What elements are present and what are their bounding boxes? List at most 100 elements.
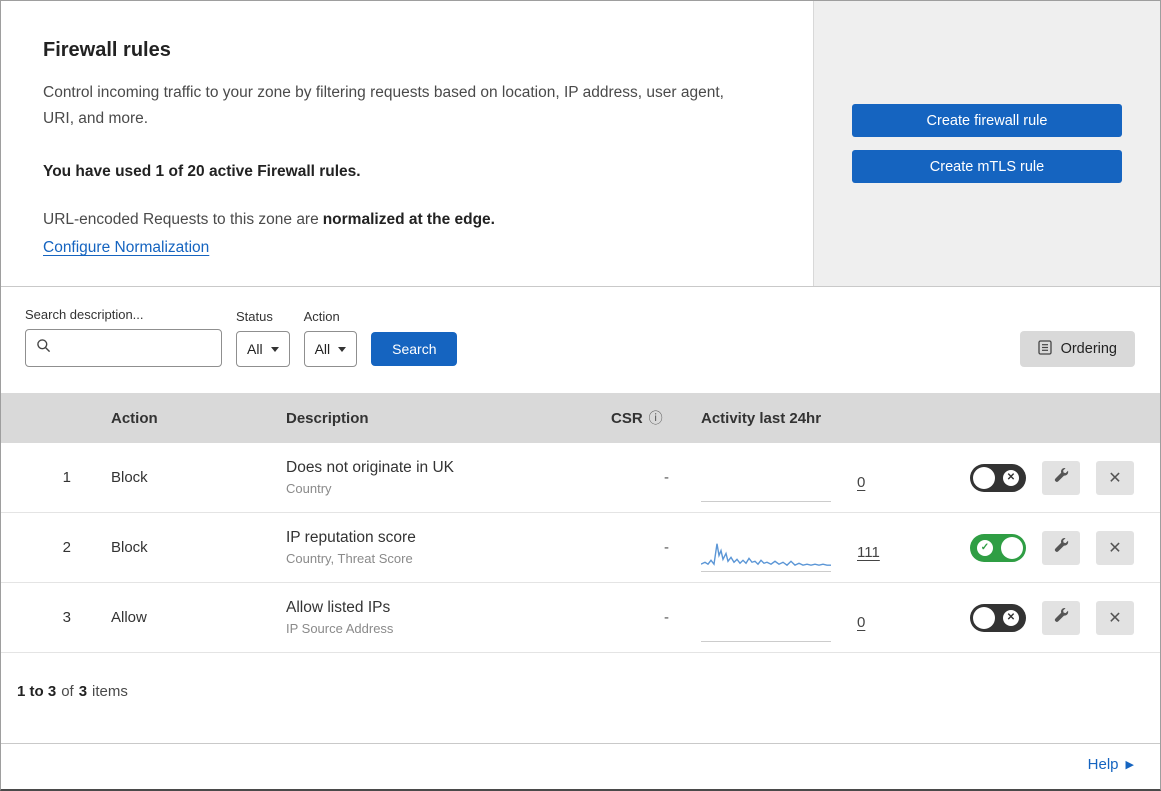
activity-sparkline	[701, 606, 831, 642]
delete-rule-button[interactable]: ✕	[1096, 460, 1134, 495]
firewall-rules-page: Firewall rules Control incoming traffic …	[0, 0, 1161, 791]
row-number: 1	[62, 469, 71, 486]
toggle-knob	[973, 466, 995, 489]
search-filter-group: Search description...	[25, 307, 222, 367]
column-description: Description	[286, 409, 369, 427]
action-select[interactable]: All	[303, 331, 358, 367]
activity-cell: 111	[681, 524, 966, 572]
normalization-note: URL-encoded Requests to this zone are nor…	[43, 211, 773, 229]
toggle-knob	[1001, 536, 1023, 559]
items-range: 1 to 3	[17, 683, 57, 700]
intro-text-block: Firewall rules Control incoming traffic …	[1, 1, 813, 286]
toggle-knob	[973, 606, 995, 629]
action-label: Action	[303, 309, 340, 324]
normalization-bold: normalized at the edge.	[322, 211, 495, 229]
status-filter-group: Status All	[236, 309, 290, 367]
cross-icon: ✕	[1003, 469, 1019, 486]
items-total: 3	[78, 683, 88, 700]
help-link[interactable]: Help ▶	[1088, 756, 1134, 773]
table-header: Action Description CSR ⓘ Activity last 2…	[1, 393, 1160, 443]
configure-rule-button[interactable]	[1042, 530, 1080, 565]
usage-summary: You have used 1 of 20 active Firewall ru…	[43, 163, 361, 181]
delete-rule-button[interactable]: ✕	[1096, 600, 1134, 635]
action-filter-group: Action All	[303, 309, 358, 367]
wrench-icon	[1053, 467, 1069, 488]
ordering-icon	[1037, 339, 1052, 359]
close-icon: ✕	[1108, 609, 1122, 627]
row-number: 2	[62, 539, 71, 556]
column-csr: CSR ⓘ	[591, 408, 681, 428]
search-icon	[36, 338, 51, 358]
items-of: of	[61, 683, 74, 700]
normalization-prefix: URL-encoded Requests to this zone are	[43, 211, 319, 229]
activity-cell: 0	[681, 594, 966, 642]
chevron-down-icon	[270, 346, 279, 352]
configure-rule-button[interactable]	[1042, 600, 1080, 635]
column-csr-label: CSR	[611, 409, 643, 427]
rule-description: IP reputation score	[286, 529, 416, 546]
info-icon[interactable]: ⓘ	[649, 408, 663, 428]
search-description-label: Search description...	[25, 307, 144, 322]
rule-description: Allow listed IPs	[286, 599, 391, 616]
help-label: Help	[1087, 756, 1119, 773]
activity-count[interactable]: 111	[857, 544, 880, 561]
cross-icon: ✕	[1003, 609, 1019, 626]
rule-description-cell: Does not originate in UK Country	[266, 459, 591, 496]
csr-value: -	[664, 469, 669, 486]
rule-description-cell: IP reputation score Country, Threat Scor…	[266, 529, 591, 566]
rule-toggle[interactable]: ✓ ✕	[970, 533, 1026, 562]
activity-sparkline	[701, 466, 831, 502]
ordering-button[interactable]: Ordering	[1019, 331, 1135, 367]
table-row: 3 Allow Allow listed IPs IP Source Addre…	[1, 583, 1160, 653]
rule-criteria: Country, Threat Score	[286, 551, 413, 566]
check-icon: ✓	[977, 539, 993, 556]
activity-sparkline	[701, 536, 831, 572]
chevron-down-icon	[338, 346, 347, 352]
rule-action: Block	[111, 469, 148, 486]
column-action: Action	[111, 409, 158, 427]
rule-description-cell: Allow listed IPs IP Source Address	[266, 599, 591, 636]
status-select[interactable]: All	[236, 331, 290, 367]
configure-normalization-link[interactable]: Configure Normalization	[43, 239, 209, 256]
wrench-icon	[1053, 537, 1069, 558]
rule-action: Allow	[111, 609, 147, 626]
close-icon: ✕	[1108, 539, 1122, 557]
activity-count[interactable]: 0	[857, 474, 865, 491]
activity-count[interactable]: 0	[857, 614, 865, 631]
column-activity: Activity last 24hr	[701, 409, 822, 427]
status-select-value: All	[247, 341, 263, 357]
rule-toggle[interactable]: ✓ ✕	[970, 463, 1026, 492]
close-icon: ✕	[1108, 469, 1122, 487]
rule-action: Block	[111, 539, 148, 556]
rule-controls: ✓ ✕ ✕	[966, 600, 1160, 635]
table-row: 2 Block IP reputation score Country, Thr…	[1, 513, 1160, 583]
wrench-icon	[1053, 607, 1069, 628]
delete-rule-button[interactable]: ✕	[1096, 530, 1134, 565]
configure-rule-button[interactable]	[1042, 460, 1080, 495]
rule-description: Does not originate in UK	[286, 459, 455, 476]
action-select-value: All	[314, 341, 331, 357]
rule-criteria: Country	[286, 481, 332, 496]
rule-toggle[interactable]: ✓ ✕	[970, 603, 1026, 632]
table-row: 1 Block Does not originate in UK Country…	[1, 443, 1160, 513]
search-button[interactable]: Search	[371, 332, 458, 366]
filter-bar: Search description... Status All Action …	[1, 287, 1160, 393]
create-mtls-rule-button[interactable]: Create mTLS rule	[852, 150, 1122, 183]
help-arrow-icon: ▶	[1125, 759, 1134, 771]
items-count: 1 to 3 of 3 items	[1, 653, 1160, 722]
actions-panel: Create firewall rule Create mTLS rule	[813, 1, 1160, 286]
items-label: items	[92, 683, 128, 700]
search-input[interactable]	[58, 340, 211, 356]
rule-criteria: IP Source Address	[286, 621, 394, 636]
help-bar: Help ▶	[1, 743, 1160, 789]
csr-value: -	[664, 609, 669, 626]
ordering-button-label: Ordering	[1060, 341, 1117, 357]
page-title: Firewall rules	[43, 39, 171, 61]
csr-value: -	[664, 539, 669, 556]
search-input-box[interactable]	[25, 329, 222, 367]
create-firewall-rule-button[interactable]: Create firewall rule	[852, 104, 1122, 137]
status-label: Status	[236, 309, 273, 324]
intro-description: Control incoming traffic to your zone by…	[43, 84, 724, 127]
row-number: 3	[62, 609, 71, 626]
rule-controls: ✓ ✕ ✕	[966, 460, 1160, 495]
